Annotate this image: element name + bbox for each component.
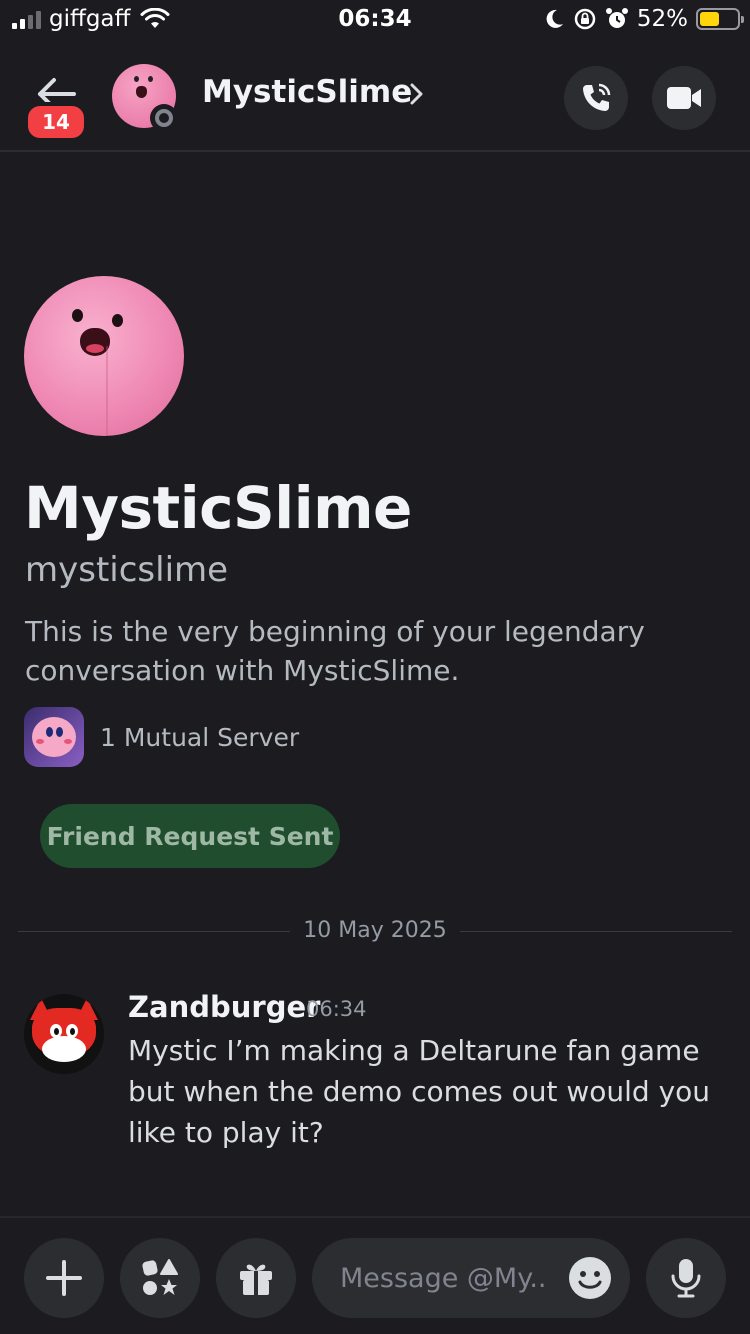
battery-icon — [696, 8, 744, 30]
date-divider: 10 May 2025 — [18, 918, 732, 946]
moon-icon — [543, 8, 565, 30]
header-title[interactable]: MysticSlime — [202, 74, 412, 110]
dm-header: 14 MysticSlime — [0, 42, 750, 152]
voice-message-button[interactable] — [646, 1238, 726, 1318]
status-bar-left: giffgaff — [12, 6, 170, 32]
server-icon — [24, 707, 84, 767]
message-composer — [0, 1216, 750, 1334]
wifi-icon — [140, 8, 170, 30]
rotation-lock-icon — [573, 7, 597, 31]
mutual-servers-row[interactable]: 1 Mutual Server — [24, 706, 299, 768]
profile-username: mysticslime — [25, 550, 229, 590]
message-input[interactable] — [340, 1238, 560, 1318]
video-camera-icon — [667, 87, 701, 109]
chevron-right-icon[interactable] — [408, 82, 424, 106]
battery-level — [700, 12, 719, 26]
message-author[interactable]: Zandburger — [128, 990, 320, 1024]
status-bar: giffgaff 06:34 52% — [0, 0, 750, 42]
conversation-intro: This is the very beginning of your legen… — [25, 615, 645, 687]
mutual-servers-label: 1 Mutual Server — [100, 722, 300, 752]
carrier-name: giffgaff — [49, 6, 131, 32]
phone-call-icon — [583, 83, 611, 111]
message-input-container[interactable] — [312, 1238, 630, 1318]
gift-icon — [240, 1264, 272, 1295]
divider-line — [460, 931, 732, 932]
battery-percentage: 52% — [636, 6, 688, 32]
video-call-button[interactable] — [652, 66, 716, 130]
profile-avatar[interactable] — [24, 276, 184, 436]
microphone-icon — [671, 1259, 701, 1298]
apps-icon — [142, 1259, 178, 1295]
attach-button[interactable] — [24, 1238, 104, 1318]
message-author-avatar[interactable] — [24, 994, 104, 1074]
unread-badge: 14 — [24, 102, 88, 142]
cellular-signal-icon — [12, 9, 41, 29]
alarm-icon — [605, 7, 629, 31]
apps-button[interactable] — [120, 1238, 200, 1318]
message-text: Mystic I’m making a Deltarune fan game b… — [128, 1034, 711, 1149]
profile-display-name: MysticSlime — [24, 474, 412, 542]
friend-request-sent-button[interactable]: Friend Request Sent — [40, 804, 340, 868]
offline-status-icon — [150, 104, 178, 132]
message-timestamp: 06:34 — [306, 997, 367, 1021]
plus-icon — [46, 1260, 82, 1296]
gift-button[interactable] — [216, 1238, 296, 1318]
emoji-icon[interactable] — [568, 1256, 612, 1300]
status-bar-right: 52% — [543, 6, 744, 32]
dm-screen: giffgaff 06:34 52% 14 MysticSlime Mystic… — [0, 0, 750, 1334]
voice-call-button[interactable] — [564, 66, 628, 130]
